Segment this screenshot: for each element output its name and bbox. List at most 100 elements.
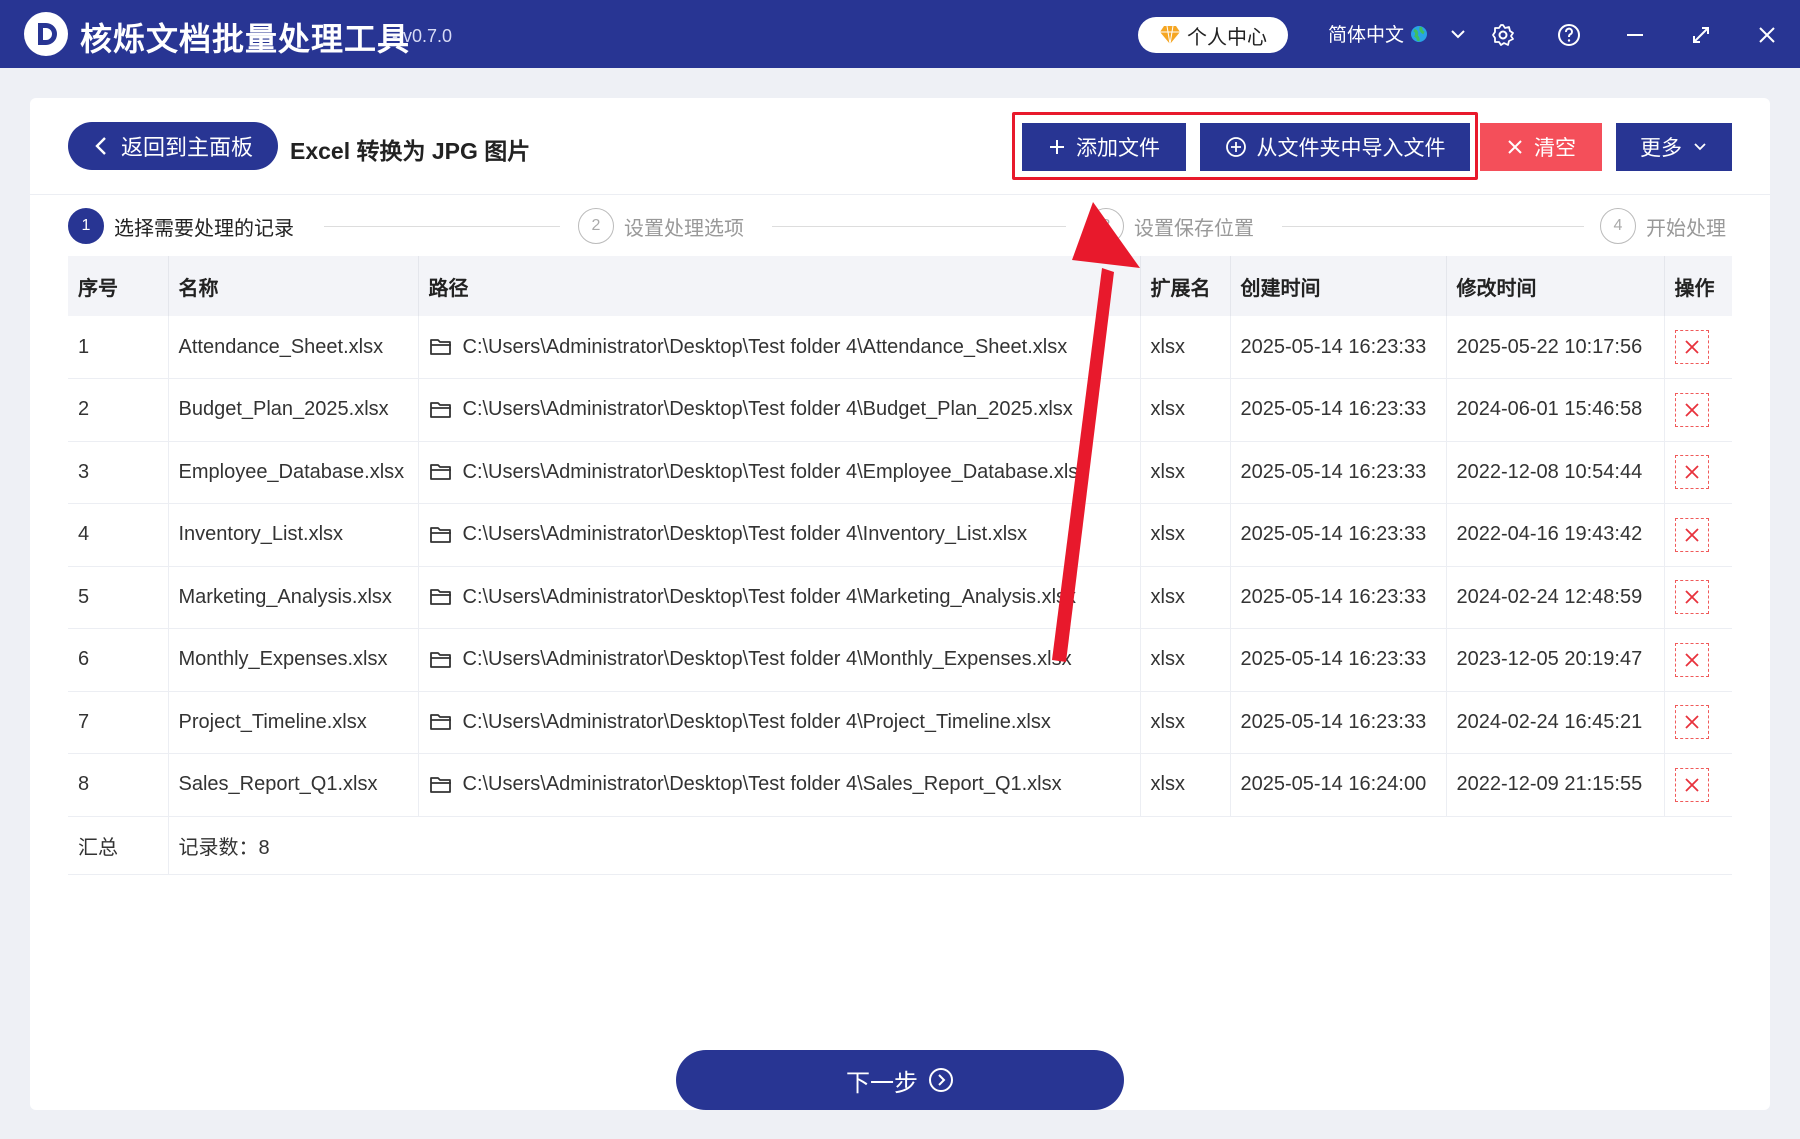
delete-row-button[interactable] xyxy=(1674,642,1709,677)
close-icon xyxy=(1683,713,1701,731)
delete-row-button[interactable] xyxy=(1674,517,1709,552)
summary-label: 汇总 xyxy=(68,816,169,875)
back-label: 返回到主面板 xyxy=(120,135,253,160)
cell-modified: 2022-12-09 21:15:55 xyxy=(1446,753,1665,817)
next-label: 下一步 xyxy=(846,1069,918,1097)
column-header-path[interactable]: 路径 xyxy=(418,256,1141,316)
cell-extension: xlsx xyxy=(1140,316,1231,379)
delete-row-button[interactable] xyxy=(1674,705,1709,740)
close-icon xyxy=(1683,588,1701,606)
table-row[interactable]: 4 Inventory_List.xlsx C:\Users\Administrat… xyxy=(68,503,1732,567)
settings-icon[interactable] xyxy=(1488,20,1518,50)
path-text: C:\Users\Administrator\Desktop\Test fold… xyxy=(462,585,1077,608)
step-number: 3 xyxy=(1088,208,1124,244)
table-row[interactable]: 2 Budget_Plan_2025.xlsx C:\Users\Administr… xyxy=(68,378,1732,442)
cell-actions xyxy=(1664,753,1732,817)
close-icon[interactable] xyxy=(1752,20,1782,50)
arrow-right-circle-icon xyxy=(929,1068,953,1092)
cell-extension: xlsx xyxy=(1140,691,1231,754)
cell-path: C:\Users\Administrator\Desktop\Test fold… xyxy=(418,628,1141,692)
cell-created: 2025-05-14 16:23:33 xyxy=(1230,378,1447,442)
step-label: 设置处理选项 xyxy=(624,217,744,240)
close-icon xyxy=(1683,338,1701,356)
cell-modified: 2022-04-16 19:43:42 xyxy=(1446,503,1665,567)
cell-actions xyxy=(1664,441,1732,504)
column-header-extension[interactable]: 扩展名 xyxy=(1140,256,1231,316)
delete-row-button[interactable] xyxy=(1674,580,1709,615)
help-icon[interactable] xyxy=(1554,20,1584,50)
step-number: 2 xyxy=(578,208,614,244)
cell-created: 2025-05-14 16:24:00 xyxy=(1230,753,1447,817)
table-row[interactable]: 8 Sales_Report_Q1.xlsx C:\Users\Administra… xyxy=(68,753,1732,817)
delete-row-button[interactable] xyxy=(1674,392,1709,427)
close-icon xyxy=(1683,776,1701,794)
cell-modified: 2024-06-01 15:46:58 xyxy=(1446,378,1665,442)
cell-actions xyxy=(1664,566,1732,629)
language-selector[interactable]: 简体中文 xyxy=(1328,20,1468,47)
minimize-icon[interactable] xyxy=(1620,20,1650,50)
more-button[interactable]: 更多 xyxy=(1616,123,1732,171)
cell-created: 2025-05-14 16:23:33 xyxy=(1230,503,1447,567)
step-connector xyxy=(324,226,560,227)
path-text: C:\Users\Administrator\Desktop\Test fold… xyxy=(462,460,1089,483)
cell-actions xyxy=(1664,316,1732,379)
delete-row-button[interactable] xyxy=(1674,330,1709,364)
summary-row: 汇总 记录数：8 xyxy=(68,816,1732,875)
table-row[interactable]: 5 Marketing_Analysis.xlsx C:\Users\Adminis… xyxy=(68,566,1732,629)
table-row[interactable]: 1 Attendance_Sheet.xlsx C:\Users\Administr… xyxy=(68,316,1732,379)
globe-icon xyxy=(1411,25,1428,42)
clear-label: 清空 xyxy=(1534,137,1576,160)
cell-index: 5 xyxy=(68,566,169,629)
step-1: 1 选择需要处理的记录 xyxy=(68,208,294,244)
column-header-index[interactable]: 序号 xyxy=(68,256,169,316)
cell-name: Attendance_Sheet.xlsx xyxy=(168,316,419,379)
clear-button[interactable]: 清空 xyxy=(1480,123,1602,171)
cell-index: 1 xyxy=(68,316,169,379)
step-2: 2 设置处理选项 xyxy=(578,208,744,244)
path-text: C:\Users\Administrator\Desktop\Test fold… xyxy=(462,648,1072,671)
next-step-button[interactable]: 下一步 xyxy=(676,1050,1124,1110)
step-indicator: 1 选择需要处理的记录 2 设置处理选项 3 设置保存位置 4 开始处理 xyxy=(68,208,1732,248)
delete-row-button[interactable] xyxy=(1674,455,1709,490)
column-header-created[interactable]: 创建时间 xyxy=(1230,256,1447,316)
cell-name: Monthly_Expenses.xlsx xyxy=(168,628,419,692)
cell-extension: xlsx xyxy=(1140,753,1231,817)
cell-extension: xlsx xyxy=(1140,441,1231,504)
cell-actions xyxy=(1664,378,1732,442)
cell-extension: xlsx xyxy=(1140,566,1231,629)
content-panel: 返回到主面板 Excel 转换为 JPG 图片 添加文件 从文件夹中导入文件 清… xyxy=(30,98,1770,1110)
column-header-name[interactable]: 名称 xyxy=(168,256,419,316)
app-title: 核烁文档批量处理工具 xyxy=(80,21,411,57)
cell-created: 2025-05-14 16:23:33 xyxy=(1230,691,1447,754)
cell-index: 4 xyxy=(68,503,169,567)
table-row[interactable]: 6 Monthly_Expenses.xlsx C:\Users\Administr… xyxy=(68,628,1732,692)
cell-index: 2 xyxy=(68,378,169,442)
step-4: 4 开始处理 xyxy=(1600,208,1726,244)
step-label: 选择需要处理的记录 xyxy=(114,217,294,240)
folder-icon xyxy=(429,401,451,418)
cell-path: C:\Users\Administrator\Desktop\Test fold… xyxy=(418,503,1141,567)
cell-index: 3 xyxy=(68,441,169,504)
delete-row-button[interactable] xyxy=(1674,767,1709,802)
back-to-dashboard-button[interactable]: 返回到主面板 xyxy=(68,122,278,170)
more-label: 更多 xyxy=(1640,137,1682,160)
column-header-modified[interactable]: 修改时间 xyxy=(1446,256,1665,316)
cell-actions xyxy=(1664,503,1732,567)
language-label: 简体中文 xyxy=(1328,25,1405,46)
main-window: 返回到主面板 Excel 转换为 JPG 图片 添加文件 从文件夹中导入文件 清… xyxy=(0,68,1800,1139)
cell-modified: 2024-02-24 12:48:59 xyxy=(1446,566,1665,629)
cell-path: C:\Users\Administrator\Desktop\Test fold… xyxy=(418,441,1141,504)
table-row[interactable]: 3 Employee_Database.xlsx C:\Users\Administ… xyxy=(68,441,1732,504)
folder-icon xyxy=(429,464,451,481)
folder-icon xyxy=(429,776,451,793)
chevron-down-icon xyxy=(1694,143,1706,151)
profile-label: 个人中心 xyxy=(1187,26,1267,49)
path-text: C:\Users\Administrator\Desktop\Test fold… xyxy=(462,523,1028,546)
app-version: - v0.7.0 xyxy=(392,26,453,46)
profile-button[interactable]: 个人中心 xyxy=(1138,17,1288,53)
cell-modified: 2024-02-24 16:45:21 xyxy=(1446,691,1665,754)
table-row[interactable]: 7 Project_Timeline.xlsx C:\Users\Administr… xyxy=(68,691,1732,754)
cell-index: 7 xyxy=(68,691,169,754)
step-3: 3 设置保存位置 xyxy=(1088,208,1254,244)
maximize-icon[interactable] xyxy=(1686,20,1716,50)
